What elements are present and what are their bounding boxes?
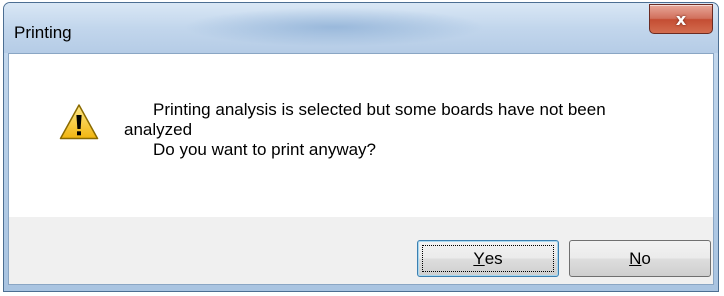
yes-mnemonic: Y (473, 248, 485, 268)
no-button[interactable]: No (569, 240, 711, 277)
dialog-content: Printing analysis is selected but some b… (8, 53, 714, 285)
close-button[interactable]: x (649, 4, 713, 34)
warning-icon (59, 104, 99, 140)
dialog-message: Printing analysis is selected but some b… (124, 100, 606, 160)
window-title: Printing (14, 23, 72, 42)
no-mnemonic: N (629, 248, 642, 268)
no-label-rest: o (641, 248, 651, 268)
yes-button[interactable]: Yes (417, 240, 559, 277)
dialog-window: Printing x Printing analysis is selected… (3, 2, 719, 292)
button-bar: Yes No (9, 217, 713, 284)
message-line-1: Printing analysis is selected but some b… (153, 100, 606, 119)
close-icon: x (675, 9, 687, 29)
message-line-2: analyzed (124, 120, 193, 139)
message-line-3: Do you want to print anyway? (153, 140, 377, 159)
title-bar[interactable]: Printing x (4, 3, 718, 53)
yes-label-rest: es (484, 248, 503, 268)
